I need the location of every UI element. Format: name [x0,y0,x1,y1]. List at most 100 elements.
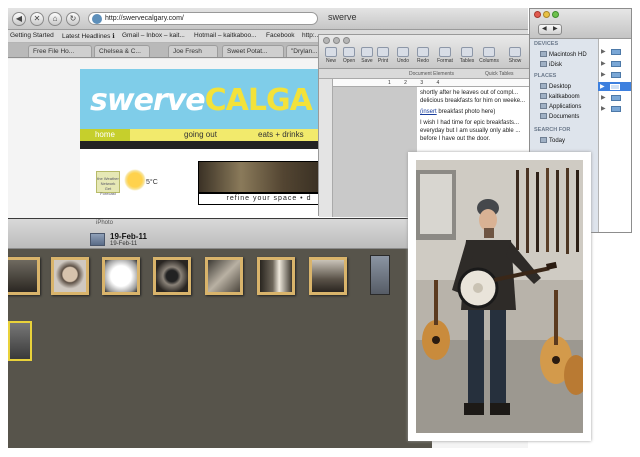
weather-badge-label: the Weather Network [97,176,119,186]
insert-placeholder: breakfast photo here) [436,109,496,115]
tab-document-elements[interactable]: Document Elements [409,69,454,79]
folder-icon [611,49,621,55]
photo-thumbnail[interactable] [153,257,191,295]
reload-icon[interactable]: ↻ [66,12,80,26]
disclosure-icon: ▶ [601,61,606,67]
temperature: 5°C [146,179,158,186]
iphoto-header: iPhoto 19-Feb-11 19-Feb-11 [8,219,432,249]
photo-thumbnail[interactable] [8,257,40,295]
selected-folder-row[interactable]: ▶ [598,82,631,91]
disclosure-icon: ▶ [601,95,606,101]
insert-link[interactable]: (insert [420,109,437,115]
places-header: PLACES [534,73,557,79]
bookmark-item[interactable]: Latest Headlines ℹ [62,32,115,40]
elements-gallery: Document Elements Quick Tables [319,69,531,79]
minimize-icon[interactable] [333,37,340,44]
nav-eats-drinks[interactable]: eats + drinks [258,130,304,139]
photo-thumbnail[interactable] [51,257,89,295]
url-text: http://swervecalgary.com/ [105,15,184,22]
word-sidebar [319,79,333,217]
disclosure-icon: ▶ [601,72,606,78]
tables-button[interactable]: Tables [457,47,477,64]
selected-photo-thumbnail[interactable] [8,321,32,361]
disclosure-icon: ▶ [601,49,606,55]
tab-item[interactable]: Free File Ho... [28,45,92,57]
finder-nav-buttons[interactable]: ◀ ▶ [538,24,562,35]
event-thumbnail-icon[interactable] [90,233,105,246]
bookmark-item[interactable]: Hotmail – kaitkaboo... [194,32,257,39]
sub-nav [80,141,340,149]
weather-network-badge[interactable]: the Weather Network Get Forecast [96,171,120,196]
photo-thumbnail[interactable] [205,257,243,295]
photo-print [408,152,591,441]
bookmark-item[interactable]: Gmail – Inbox – kait... [122,32,185,39]
undo-button[interactable]: Undo [393,47,413,64]
show-button[interactable]: Show [505,47,525,64]
zoom-icon[interactable] [552,11,559,18]
devices-header: DEVICES [534,41,559,47]
logo-swerve: swerve [90,83,206,118]
finder-toolbar: ◀ ▶ [530,9,631,39]
bookmark-item[interactable]: Facebook [266,32,295,39]
back-icon[interactable]: ◀ [12,12,26,26]
print-button[interactable]: Print [373,47,393,64]
url-field[interactable]: http://swervecalgary.com/ [88,12,318,25]
zoom-icon[interactable] [343,37,350,44]
minimize-icon[interactable] [543,11,550,18]
photo-thumbnail[interactable] [370,255,390,295]
documents-icon [540,113,547,119]
home-icon[interactable]: ⌂ [48,12,62,26]
sidebar-item-today[interactable]: Today [540,137,565,144]
tab-item[interactable]: Joe Fresh [168,45,218,57]
weather-badge-sub: Get Forecast [100,186,116,196]
event-date: 19-Feb-11 [110,241,138,247]
sidebar-item-idisk[interactable]: iDisk [540,61,562,68]
app-title: iPhoto [96,220,114,226]
folder-row[interactable]: ▶ [599,104,631,113]
undo-icon [397,47,409,57]
nav-going-out[interactable]: going out [184,130,217,139]
close-icon[interactable] [323,37,330,44]
sidebar-item-macintosh-hd[interactable]: Macintosh HD [540,51,587,58]
ruler: 1 2 3 4 [333,79,531,87]
format-icon [439,47,451,57]
new-button[interactable]: New [321,47,341,64]
applications-icon [540,103,547,109]
folder-row[interactable]: ▶ [599,47,631,56]
columns-button[interactable]: Columns [479,47,499,64]
sidebar-item-applications[interactable]: Applications [540,103,581,110]
window-title: swerve [328,12,357,22]
site-favicon-icon [92,14,102,24]
photo-thumbnail[interactable] [257,257,295,295]
redo-icon [417,47,429,57]
nav-home[interactable]: home [80,129,130,141]
folder-row[interactable]: ▶ [599,93,631,102]
open-button[interactable]: Open [339,47,359,64]
sidebar-item-desktop[interactable]: Desktop [540,83,571,90]
close-icon[interactable] [534,11,541,18]
tab-quick-tables[interactable]: Quick Tables [485,69,514,79]
forward-icon[interactable]: ▶ [553,25,558,34]
photo-thumbnail[interactable] [309,257,347,295]
stop-icon[interactable]: ✕ [30,12,44,26]
format-button[interactable]: Format [435,47,455,64]
folder-row[interactable]: ▶ [599,59,631,68]
event-title[interactable]: 19-Feb-11 [110,232,147,241]
banjo-player-photo [416,160,583,433]
sidebar-item-home[interactable]: kaitkaboom [540,93,580,100]
folder-row[interactable]: ▶ [599,70,631,79]
home-icon [540,93,547,99]
folder-icon [343,47,355,57]
site-logo[interactable]: swerveCALGA [90,83,313,118]
disclosure-icon: ▶ [601,106,606,112]
sidebar-item-documents[interactable]: Documents [540,113,579,120]
doc-paragraph: (insert breakfast photo here) [420,108,528,116]
word-toolbar: New Open Save Print Undo Redo Format Tab… [319,35,531,69]
tab-item[interactable]: Sweet Potat... [222,45,284,57]
disclosure-icon: ▶ [600,84,605,90]
redo-button[interactable]: Redo [413,47,433,64]
back-icon[interactable]: ◀ [542,25,547,34]
tab-item[interactable]: Chelsea & C... [94,45,150,57]
photo-thumbnail[interactable] [102,257,140,295]
bookmark-item[interactable]: Getting Started [10,32,54,39]
